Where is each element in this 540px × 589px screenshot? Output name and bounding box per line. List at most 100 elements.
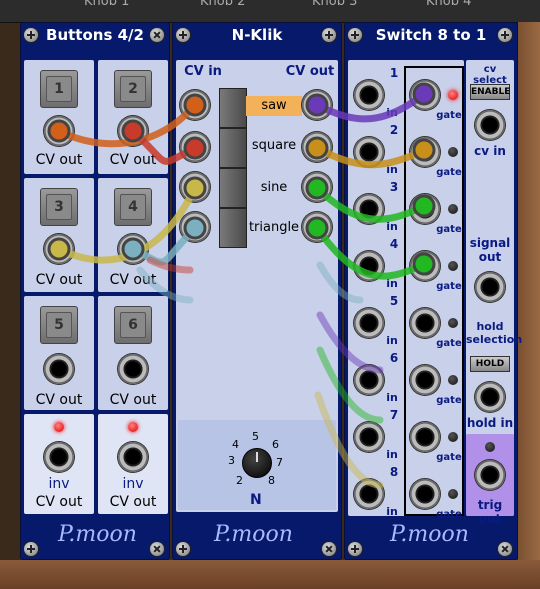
channel-gate-label: gate — [436, 281, 462, 292]
switch-module-title: Switch 8 to 1 — [375, 26, 487, 44]
nklik-option-sine[interactable]: sine — [246, 178, 302, 198]
channel-gate-jack[interactable] — [410, 365, 440, 395]
nklik-cv-in-jack-3[interactable] — [180, 172, 210, 202]
nklik-option-square[interactable]: square — [246, 136, 302, 156]
inv-label-left: inv — [48, 476, 70, 492]
n-knob-indicator — [256, 452, 258, 462]
channel-in-jack[interactable] — [354, 80, 384, 110]
button-1[interactable]: 1 — [40, 70, 78, 108]
knob-number-3: 3 — [228, 454, 235, 467]
channel-active-led — [448, 147, 458, 157]
cv-out-jack-6[interactable] — [118, 354, 148, 384]
nklik-cv-in-jack-4[interactable] — [180, 212, 210, 242]
inv-jack-right[interactable] — [118, 442, 148, 472]
button-1-label: 1 — [46, 76, 72, 102]
channel-gate-label: gate — [436, 110, 462, 121]
nklik-cv-in-jack-2[interactable] — [180, 132, 210, 162]
channel-in-jack[interactable] — [354, 137, 384, 167]
knob-4-label: Knob 4 — [426, 0, 472, 9]
trig-out-jack[interactable] — [475, 460, 505, 490]
inv-cv-out-label-left: CV out — [35, 494, 83, 510]
channel-gate-jack[interactable] — [410, 251, 440, 281]
button-4[interactable]: 4 — [114, 188, 152, 226]
channel-gate-jack[interactable] — [410, 137, 440, 167]
knob-number-8: 8 — [268, 474, 275, 487]
nklik-cv-out-jack-2[interactable] — [302, 132, 332, 162]
channel-gate-jack[interactable] — [410, 194, 440, 224]
knob-3-label: Knob 3 — [312, 0, 358, 9]
channel-gate-jack[interactable] — [410, 308, 440, 338]
nklik-button-triangle[interactable] — [219, 208, 247, 248]
knob-2-label: Knob 2 — [200, 0, 246, 9]
cv-in-jack[interactable] — [475, 110, 505, 140]
cv-out-jack-1[interactable] — [44, 116, 74, 146]
channel-in-jack[interactable] — [354, 308, 384, 338]
nklik-cv-out-jack-4[interactable] — [302, 212, 332, 242]
nklik-option-triangle[interactable]: triangle — [246, 218, 302, 238]
channel-number: 8 — [389, 465, 399, 479]
channel-number: 3 — [389, 180, 399, 194]
button-6[interactable]: 6 — [114, 306, 152, 344]
channel-in-label: in — [386, 334, 398, 347]
rack-wood-side — [518, 22, 540, 560]
channel-in-label: in — [386, 277, 398, 290]
cv-out-jack-4[interactable] — [118, 234, 148, 264]
trig-led — [485, 442, 495, 452]
channel-active-led — [448, 90, 458, 100]
nklik-button-sine[interactable] — [219, 168, 247, 208]
button-3[interactable]: 3 — [40, 188, 78, 226]
screw-icon — [498, 542, 512, 556]
nklik-cv-out-jack-3[interactable] — [302, 172, 332, 202]
cv-out-jack-3[interactable] — [44, 234, 74, 264]
nklik-button-saw[interactable] — [219, 88, 247, 128]
channel-gate-jack[interactable] — [410, 80, 440, 110]
channel-in-jack[interactable] — [354, 479, 384, 509]
channel-in-label: in — [386, 391, 398, 404]
hold-in-jack[interactable] — [475, 382, 505, 412]
button-2[interactable]: 2 — [114, 70, 152, 108]
nklik-cv-out-label: CV out — [285, 64, 335, 79]
cv-out-label-4: CV out — [109, 272, 157, 288]
channel-active-led — [448, 432, 458, 442]
channel-in-jack[interactable] — [354, 251, 384, 281]
channel-in-jack[interactable] — [354, 365, 384, 395]
nklik-cv-out-jack-1[interactable] — [302, 90, 332, 120]
signal-out-jack[interactable] — [475, 272, 505, 302]
channel-in-jack[interactable] — [354, 194, 384, 224]
cv-out-jack-5[interactable] — [44, 354, 74, 384]
channel-gate-label: gate — [436, 395, 462, 406]
channel-in-jack[interactable] — [354, 422, 384, 452]
channel-gate-jack[interactable] — [410, 479, 440, 509]
button-6-label: 6 — [120, 312, 146, 338]
cv-out-label-3: CV out — [35, 272, 83, 288]
screw-icon — [24, 28, 38, 42]
screw-icon — [150, 542, 164, 556]
screw-icon — [150, 28, 164, 42]
channel-number: 5 — [389, 294, 399, 308]
cv-out-label-2: CV out — [109, 152, 157, 168]
channel-gate-label: gate — [436, 509, 462, 520]
channel-in-label: in — [386, 505, 398, 518]
channel-number: 4 — [389, 237, 399, 251]
nklik-option-saw[interactable]: saw — [246, 96, 302, 116]
channel-gate-jack[interactable] — [410, 422, 440, 452]
button-5[interactable]: 5 — [40, 306, 78, 344]
nklik-cv-in-jack-1[interactable] — [180, 90, 210, 120]
channel-gate-label: gate — [436, 338, 462, 349]
inv-label-right: inv — [122, 476, 144, 492]
channel-gate-label: gate — [436, 452, 462, 463]
channel-active-led — [448, 261, 458, 271]
button-5-label: 5 — [46, 312, 72, 338]
channel-gate-label: gate — [436, 224, 462, 235]
button-3-label: 3 — [46, 194, 72, 220]
inv-jack-left[interactable] — [44, 442, 74, 472]
knob-number-5: 5 — [252, 430, 259, 443]
nklik-module: N-Klik CV in CV out saw square sine tria… — [172, 22, 342, 560]
nklik-button-square[interactable] — [219, 128, 247, 168]
hold-button[interactable]: HOLD — [470, 356, 510, 372]
enable-button[interactable]: ENABLE — [470, 84, 510, 100]
n-knob[interactable] — [242, 448, 272, 478]
cv-out-jack-2[interactable] — [118, 116, 148, 146]
channel-active-led — [448, 318, 458, 328]
screw-icon — [348, 28, 362, 42]
